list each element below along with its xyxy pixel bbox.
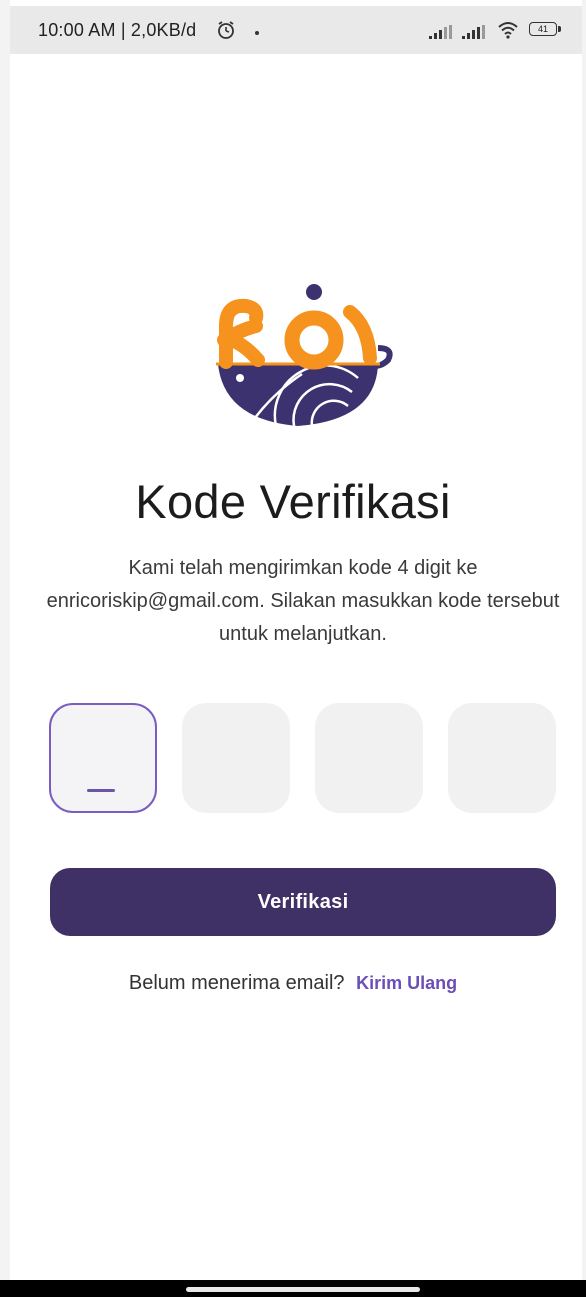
battery-icon: 41 <box>529 22 563 38</box>
verification-description: Kami telah mengirimkan kode 4 digit ke e… <box>46 557 560 645</box>
signal-strength-icon <box>429 25 452 39</box>
status-bar: 10:00 AM | 2,0KB/d 41 <box>10 6 582 54</box>
signal-strength-icon-2 <box>462 25 485 39</box>
resend-row: Belum menerima email? Kirim Ulang <box>0 972 586 995</box>
koi-logo <box>216 284 393 427</box>
verify-button[interactable]: Verifikasi <box>50 868 556 936</box>
alarm-clock-icon <box>218 21 234 39</box>
notification-dot-icon <box>255 31 259 35</box>
otp-digit-3[interactable] <box>315 703 423 813</box>
status-time-and-speed: 10:00 AM | 2,0KB/d <box>38 20 197 40</box>
otp-digit-1[interactable] <box>49 703 157 813</box>
navigation-bar <box>0 1280 586 1297</box>
app-screen: 10:00 AM | 2,0KB/d 41 Kode Verifikasi Ka… <box>0 0 586 1297</box>
otp-cursor <box>87 789 115 792</box>
resend-prompt: Belum menerima email? <box>128 972 345 994</box>
otp-digit-4[interactable] <box>448 703 556 813</box>
otp-input-group <box>49 703 557 815</box>
screen-edge-right <box>582 0 586 1297</box>
home-indicator[interactable] <box>186 1287 420 1292</box>
screen-edge-left <box>0 0 10 1297</box>
page-title: Kode Verifikasi <box>135 475 451 528</box>
wifi-icon <box>498 22 518 39</box>
battery-level: 41 <box>537 24 548 34</box>
otp-digit-2[interactable] <box>182 703 290 813</box>
resend-link[interactable]: Kirim Ulang <box>356 973 457 993</box>
